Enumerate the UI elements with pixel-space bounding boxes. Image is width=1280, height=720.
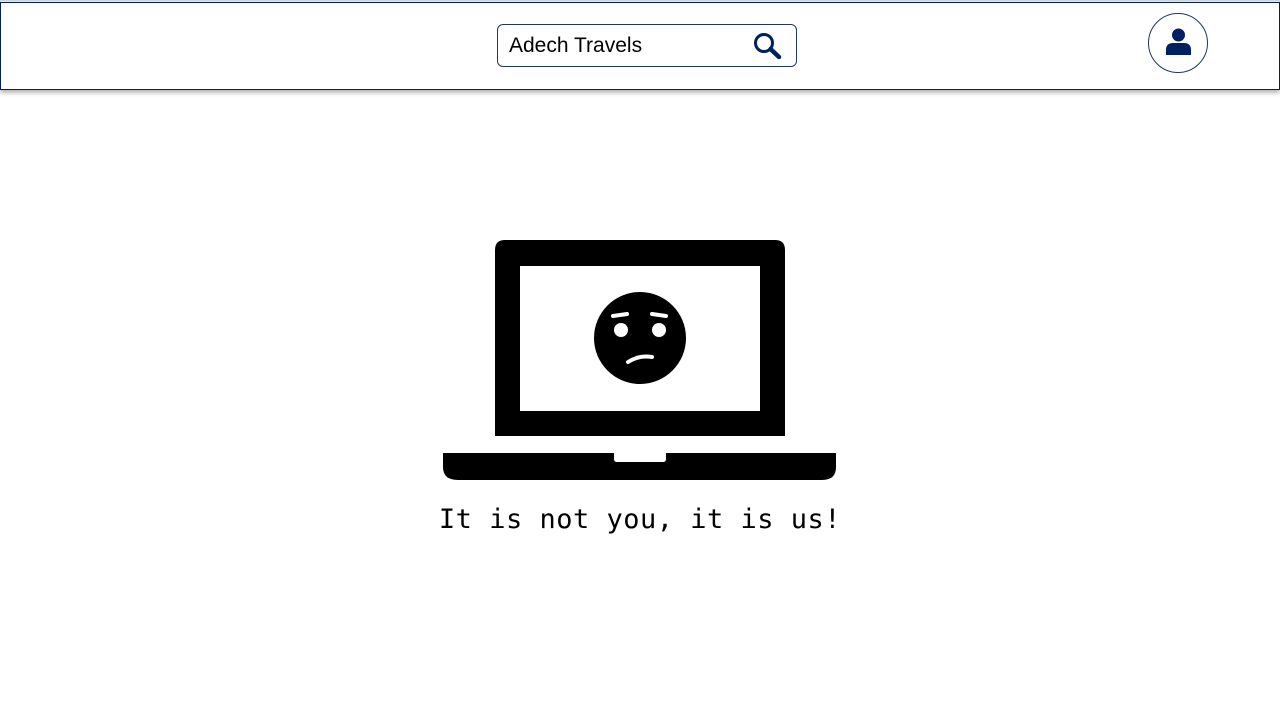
sad-face: [594, 292, 686, 384]
error-message: It is not you, it is us!: [438, 504, 842, 535]
search-input[interactable]: [509, 25, 749, 66]
laptop-sad-face-icon: [443, 240, 836, 480]
search-bar: [497, 24, 797, 67]
search-button[interactable]: [753, 32, 783, 60]
user-account-button[interactable]: [1148, 13, 1208, 73]
laptop-trackpad-notch: [614, 453, 666, 462]
top-navigation-bar: [0, 2, 1280, 90]
search-icon: [754, 33, 782, 60]
user-icon: [1166, 28, 1191, 55]
